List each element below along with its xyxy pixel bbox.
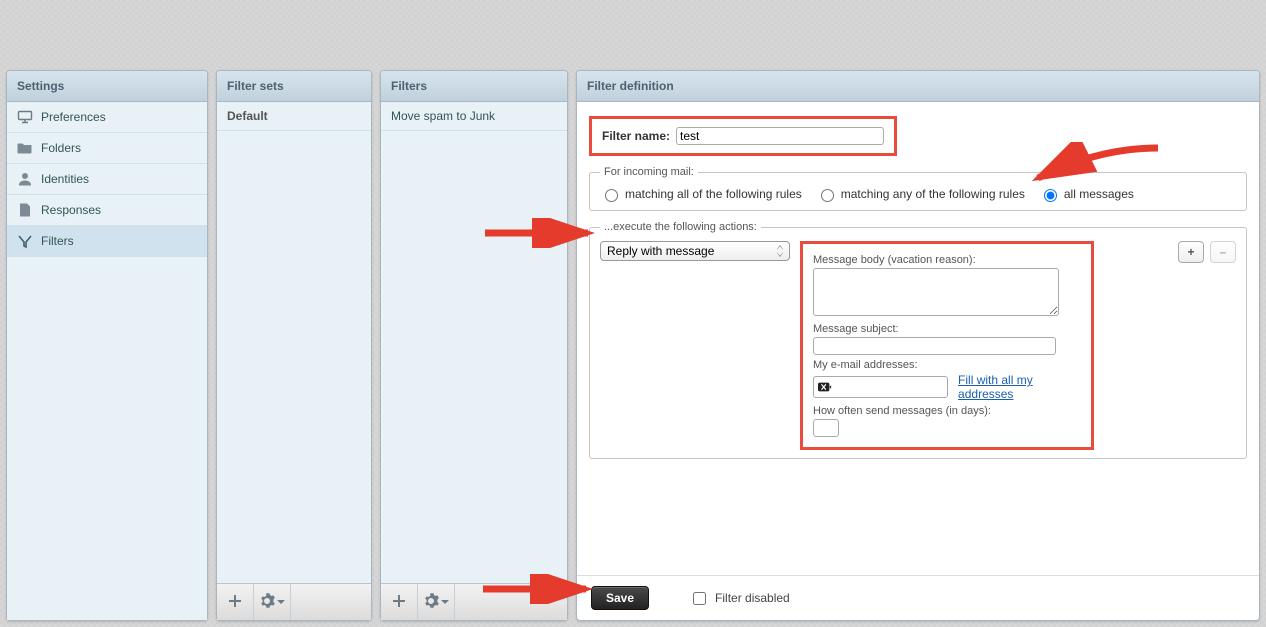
filtersets-panel: Filter sets Default [216, 70, 372, 621]
tag-remove-icon [818, 381, 832, 393]
message-subject-label: Message subject: [813, 323, 1081, 335]
definition-body: Filter name: For incoming mail: matching… [577, 102, 1259, 575]
action-row: Reply with message Message body (vacatio… [600, 241, 1236, 450]
incoming-legend: For incoming mail: [600, 166, 698, 178]
plus-icon [391, 593, 407, 612]
person-icon [17, 171, 33, 187]
message-body-label: Message body (vacation reason): [813, 254, 1081, 266]
radio-label: all messages [1064, 187, 1134, 201]
sidebar-item-responses[interactable]: Responses [7, 195, 207, 226]
filterset-item-default[interactable]: Default [217, 102, 371, 131]
fill-addresses-link[interactable]: Fill with all my addresses [958, 373, 1081, 401]
add-filter-button[interactable] [381, 584, 418, 620]
definition-footer: Save Filter disabled [577, 575, 1259, 620]
minus-icon: – [1220, 245, 1227, 259]
filters-panel: Filters Move spam to Junk [380, 70, 568, 621]
scope-radio-group: matching all of the following rules matc… [600, 186, 1236, 202]
settings-panel: Settings Preferences Folders Identities [6, 70, 208, 621]
settings-header: Settings [7, 71, 207, 102]
message-subject-input[interactable] [813, 337, 1056, 355]
radio-any-rules[interactable]: matching any of the following rules [816, 186, 1025, 202]
filter-disabled-label: Filter disabled [715, 591, 790, 605]
actions-legend: ...execute the following actions: [600, 221, 761, 233]
filter-disabled-row[interactable]: Filter disabled [689, 589, 790, 608]
monitor-icon [17, 109, 33, 125]
filter-name-input[interactable] [676, 127, 884, 145]
filtersets-toolbar [217, 583, 371, 620]
addresses-row: Fill with all my addresses [813, 373, 1081, 401]
sidebar-item-preferences[interactable]: Preferences [7, 102, 207, 133]
add-filterset-button[interactable] [217, 584, 254, 620]
filtersets-header: Filter sets [217, 71, 371, 102]
vacation-settings: Message body (vacation reason): Message … [800, 241, 1094, 450]
settings-list: Preferences Folders Identities Responses [7, 102, 207, 620]
message-body-textarea[interactable] [813, 268, 1059, 316]
filters-list: Move spam to Junk [381, 102, 567, 583]
page-icon [17, 202, 33, 218]
filterset-settings-button[interactable] [254, 584, 291, 620]
list-item-label: Move spam to Junk [391, 109, 495, 123]
sidebar-item-label: Filters [41, 234, 74, 248]
chevron-down-icon [277, 595, 285, 609]
folder-icon [17, 140, 33, 156]
filter-item[interactable]: Move spam to Junk [381, 102, 567, 131]
gear-icon [259, 593, 275, 612]
sidebar-item-label: Responses [41, 203, 101, 217]
plus-icon: + [1187, 245, 1194, 259]
gear-icon [423, 593, 439, 612]
radio-any-rules-input[interactable] [821, 189, 834, 202]
action-row-buttons: + – [1178, 241, 1236, 263]
chevron-down-icon [441, 595, 449, 609]
filter-definition-panel: Filter definition Filter name: For incom… [576, 70, 1260, 621]
radio-label: matching all of the following rules [625, 187, 802, 201]
radio-label: matching any of the following rules [841, 187, 1025, 201]
filter-icon [17, 233, 33, 249]
filter-name-label: Filter name: [602, 129, 670, 143]
sidebar-item-label: Identities [41, 172, 89, 186]
filters-header: Filters [381, 71, 567, 102]
filtersets-list: Default [217, 102, 371, 583]
filter-name-row: Filter name: [589, 116, 897, 156]
sidebar-item-folders[interactable]: Folders [7, 133, 207, 164]
list-item-label: Default [227, 109, 268, 123]
days-input[interactable] [813, 419, 839, 437]
action-select-wrap: Reply with message [600, 241, 790, 261]
radio-all-rules-input[interactable] [605, 189, 618, 202]
radio-all-messages-input[interactable] [1044, 189, 1057, 202]
radio-all-rules[interactable]: matching all of the following rules [600, 186, 802, 202]
sidebar-item-filters[interactable]: Filters [7, 226, 207, 257]
action-select[interactable]: Reply with message [600, 241, 790, 261]
days-label: How often send messages (in days): [813, 405, 1081, 417]
filter-disabled-checkbox[interactable] [693, 592, 706, 605]
definition-header: Filter definition [577, 71, 1259, 102]
sidebar-item-label: Preferences [41, 110, 106, 124]
incoming-mail-fieldset: For incoming mail: matching all of the f… [589, 166, 1247, 211]
actions-fieldset: ...execute the following actions: Reply … [589, 221, 1247, 459]
filter-settings-button[interactable] [418, 584, 455, 620]
sidebar-item-identities[interactable]: Identities [7, 164, 207, 195]
addresses-input-wrap [813, 376, 948, 398]
filters-toolbar [381, 583, 567, 620]
save-button[interactable]: Save [591, 586, 649, 610]
remove-action-button[interactable]: – [1210, 241, 1236, 263]
radio-all-messages[interactable]: all messages [1039, 186, 1134, 202]
plus-icon [227, 593, 243, 612]
sidebar-item-label: Folders [41, 141, 81, 155]
add-action-button[interactable]: + [1178, 241, 1204, 263]
addresses-label: My e-mail addresses: [813, 359, 1081, 371]
address-tag[interactable] [816, 379, 834, 395]
